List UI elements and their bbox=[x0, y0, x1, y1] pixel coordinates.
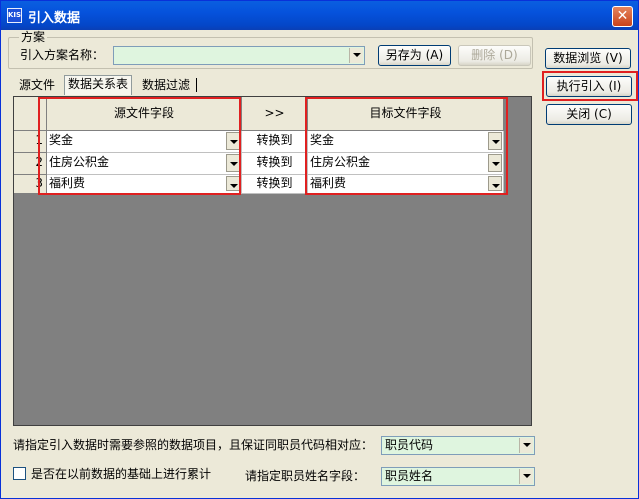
accumulate-label: 是否在以前数据的基础上进行累计 bbox=[31, 467, 212, 481]
tab-data-relation[interactable]: 数据关系表 bbox=[64, 75, 133, 95]
chevron-down-icon[interactable] bbox=[349, 48, 363, 63]
window-title: 引入数据 bbox=[28, 11, 81, 26]
source-field-cell[interactable]: 住房公积金 bbox=[47, 153, 242, 175]
name-field-value: 职员姓名 bbox=[385, 469, 434, 483]
delete-button[interactable]: 删除 (D) bbox=[458, 45, 531, 66]
row-number: 2 bbox=[14, 153, 47, 175]
chevron-down-icon[interactable] bbox=[488, 132, 502, 150]
source-field-value: 住房公积金 bbox=[49, 155, 110, 169]
mapping-grid: 源文件字段 >> 目标文件字段 1 奖金 转换到 奖金 2 住房公积金 转换到 … bbox=[13, 96, 532, 426]
title-bar[interactable]: KIS 引入数据 ✕ bbox=[1, 1, 638, 30]
arrow-header: >> bbox=[242, 97, 308, 131]
execute-import-button[interactable]: 执行引入 (I) bbox=[546, 76, 632, 97]
chevron-down-icon[interactable] bbox=[519, 469, 533, 484]
chevron-down-icon[interactable] bbox=[488, 176, 502, 191]
chevron-down-icon[interactable] bbox=[226, 154, 240, 172]
convert-to-cell: 转换到 bbox=[242, 131, 308, 153]
name-field-label: 请指定职员姓名字段： bbox=[245, 469, 366, 483]
target-field-header: 目标文件字段 bbox=[308, 97, 504, 131]
scheme-name-label: 引入方案名称： bbox=[20, 48, 105, 62]
scheme-group-title: 方案 bbox=[19, 30, 48, 44]
app-icon: KIS bbox=[7, 8, 22, 23]
close-icon: ✕ bbox=[616, 8, 629, 24]
chevron-down-icon[interactable] bbox=[488, 154, 502, 172]
source-field-cell[interactable]: 奖金 bbox=[47, 131, 242, 153]
ref-item-value: 职员代码 bbox=[385, 438, 434, 452]
tab-source-file[interactable]: 源文件 bbox=[16, 77, 58, 95]
ref-item-combobox[interactable]: 职员代码 bbox=[381, 436, 535, 455]
target-field-value: 奖金 bbox=[310, 133, 335, 147]
target-field-cell[interactable]: 福利费 bbox=[308, 175, 504, 194]
target-field-cell[interactable]: 奖金 bbox=[308, 131, 504, 153]
close-button[interactable]: 关闭 (C) bbox=[546, 104, 632, 125]
convert-to-cell: 转换到 bbox=[242, 175, 308, 194]
source-field-value: 奖金 bbox=[49, 133, 74, 147]
grid-corner bbox=[14, 97, 47, 131]
tab-divider bbox=[196, 78, 197, 92]
window-close-button[interactable]: ✕ bbox=[612, 6, 633, 27]
source-field-header: 源文件字段 bbox=[47, 97, 242, 131]
chevron-down-icon[interactable] bbox=[226, 132, 240, 150]
convert-to-cell: 转换到 bbox=[242, 153, 308, 175]
ref-item-label: 请指定引入数据时需要参照的数据项目，且保证同职员代码相对应： bbox=[13, 438, 374, 452]
target-field-value: 住房公积金 bbox=[310, 155, 371, 169]
import-data-dialog: KIS 引入数据 ✕ 方案 引入方案名称： 另存为 (A) 删除 (D) 数据浏… bbox=[0, 0, 639, 499]
scheme-name-combobox[interactable] bbox=[113, 46, 365, 65]
target-field-cell[interactable]: 住房公积金 bbox=[308, 153, 504, 175]
row-number: 3 bbox=[14, 175, 47, 194]
save-as-button[interactable]: 另存为 (A) bbox=[378, 45, 451, 66]
name-field-combobox[interactable]: 职员姓名 bbox=[381, 467, 535, 486]
source-field-value: 福利费 bbox=[49, 176, 86, 190]
chevron-down-icon[interactable] bbox=[226, 176, 240, 191]
target-field-value: 福利费 bbox=[310, 176, 347, 190]
data-browse-button[interactable]: 数据浏览 (V) bbox=[545, 48, 631, 69]
chevron-down-icon[interactable] bbox=[519, 438, 533, 453]
tab-data-filter[interactable]: 数据过滤 bbox=[139, 77, 193, 95]
row-number: 1 bbox=[14, 131, 47, 153]
accumulate-checkbox[interactable] bbox=[13, 467, 26, 480]
source-field-cell[interactable]: 福利费 bbox=[47, 175, 242, 194]
